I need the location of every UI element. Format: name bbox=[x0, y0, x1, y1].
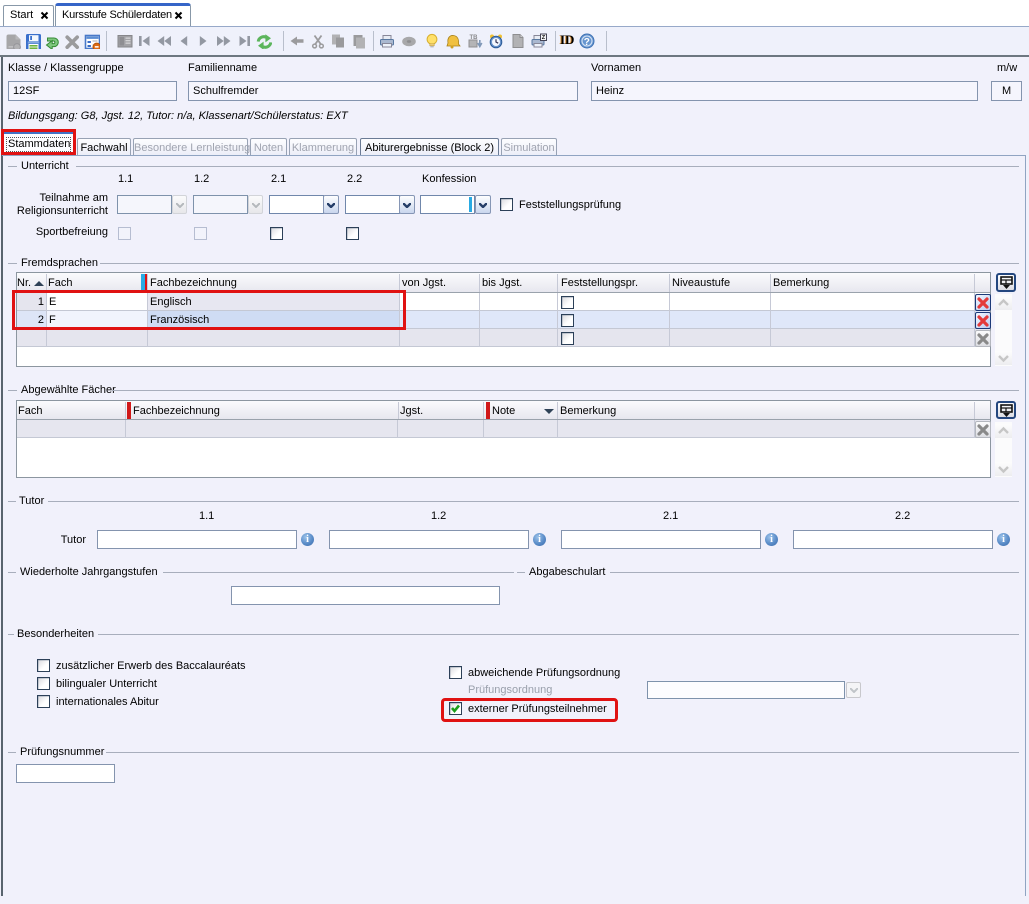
svg-text:?: ? bbox=[584, 37, 590, 48]
